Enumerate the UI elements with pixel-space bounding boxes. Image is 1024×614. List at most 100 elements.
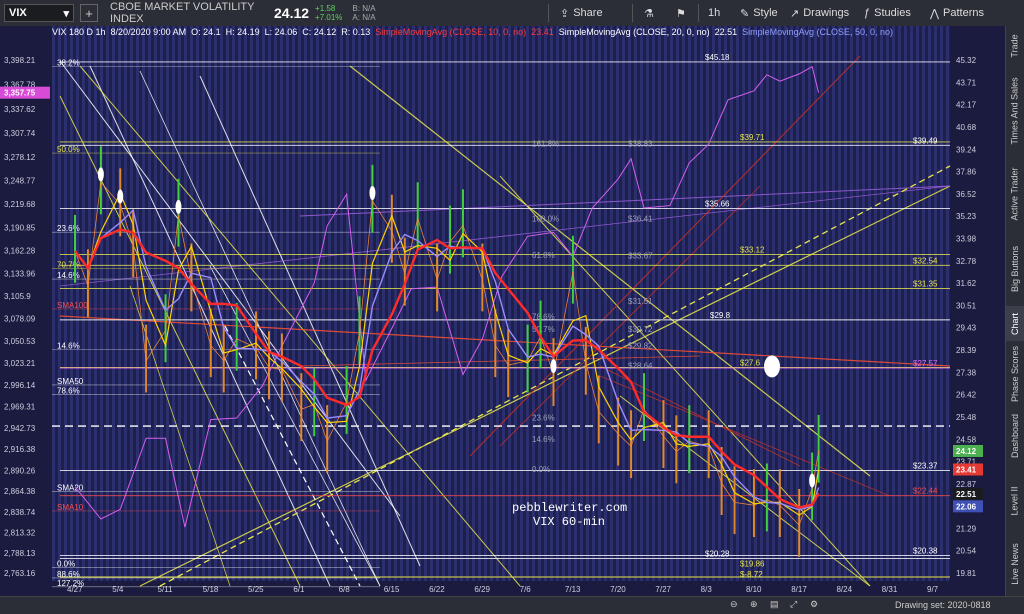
fib-label: 23.6% xyxy=(57,224,80,233)
zoom-in-icon[interactable]: ⊕ xyxy=(750,599,758,610)
pivot-marker xyxy=(97,167,104,182)
symbol-selector[interactable]: VIX ▾ xyxy=(4,4,74,22)
drawings-button[interactable]: ↗ Drawings xyxy=(790,0,849,26)
studies-button[interactable]: ƒ Studies xyxy=(864,0,911,26)
panel-tab-big-buttons[interactable]: Big Buttons xyxy=(1006,236,1024,301)
day-stripe xyxy=(910,26,913,581)
lock-icon[interactable]: ▤ xyxy=(770,599,779,610)
day-stripe xyxy=(154,26,157,581)
pivot-marker xyxy=(369,185,376,200)
left-tick-label: 3,162.28 xyxy=(4,247,36,256)
x-tick-label: 5/25 xyxy=(248,585,264,594)
x-tick-label: 8/24 xyxy=(836,585,852,594)
day-stripe xyxy=(832,26,835,581)
interval-selector[interactable]: 1h xyxy=(708,0,720,26)
panel-tab-times-and-sales[interactable]: Times And Sales xyxy=(1006,71,1024,151)
fib-label: SMA20 xyxy=(57,484,84,493)
bid-ask: B: N/A A: N/A xyxy=(352,4,375,22)
side-panel-tabs: Trade Times And Sales Active Trader Big But… xyxy=(1005,26,1024,596)
add-symbol-button[interactable]: + xyxy=(80,4,98,22)
x-tick-label: 5/11 xyxy=(158,585,174,594)
legend-symbol: VIX 180 D 1h xyxy=(52,27,106,37)
x-tick-label: 6/29 xyxy=(474,585,490,594)
level-label: $29.8 xyxy=(710,311,731,320)
day-stripe xyxy=(334,26,337,581)
left-price-badge-label: 3,357.75 xyxy=(4,89,36,98)
day-stripe xyxy=(700,26,703,581)
level-label: $35.66 xyxy=(705,200,730,209)
left-tick-label: 2,996.14 xyxy=(4,381,36,390)
right-price-badge-label: 22.51 xyxy=(956,490,977,499)
left-tick-label: 3,190.85 xyxy=(4,224,36,233)
right-tick-label: 24.58 xyxy=(956,435,977,444)
day-stripe xyxy=(424,26,427,581)
level-label: $20.38 xyxy=(913,546,938,555)
panel-tab-dashboard[interactable]: Dashboard xyxy=(1006,406,1024,466)
fib-label: 38.2% xyxy=(57,59,80,68)
left-tick-label: 2,916.38 xyxy=(4,445,36,454)
mid-fib-label: 100.0% xyxy=(532,215,559,224)
divider xyxy=(698,4,699,22)
left-tick-label: 2,788.13 xyxy=(4,549,36,558)
day-stripe xyxy=(478,26,481,581)
day-stripe xyxy=(352,26,355,581)
day-stripe xyxy=(142,26,145,581)
left-tick-label: 3,050.53 xyxy=(4,337,36,346)
right-tick-label: 19.81 xyxy=(956,569,977,578)
left-tick-label: 2,763.16 xyxy=(4,569,36,578)
right-tick-label: 28.39 xyxy=(956,346,977,355)
chart-legend: VIX 180 D 1h 8/20/2020 9:00 AM O: 24.1 H… xyxy=(52,27,893,38)
day-stripe xyxy=(670,26,673,581)
watermark-caption: VIX 60-min xyxy=(533,515,605,529)
chevron-down-icon: ▾ xyxy=(63,7,69,20)
day-stripe xyxy=(502,26,505,581)
flask-icon: ⚗ xyxy=(644,7,654,20)
style-label: Style xyxy=(753,7,778,19)
panel-tab-trade[interactable]: Trade xyxy=(1006,26,1024,66)
level-label: $23.37 xyxy=(913,462,938,471)
settings-icon[interactable]: ⚙ xyxy=(810,599,818,610)
fib-label: SMA10 xyxy=(57,503,84,512)
legend-range: R: 0.13 xyxy=(341,27,371,37)
left-tick-label: 3,337.62 xyxy=(4,105,36,114)
day-stripe xyxy=(784,26,787,581)
day-stripe xyxy=(922,26,925,581)
right-tick-label: 32.78 xyxy=(956,257,977,266)
panel-tab-label: Big Buttons xyxy=(1010,245,1020,292)
day-stripe xyxy=(250,26,253,581)
right-tick-label: 37.86 xyxy=(956,167,977,176)
style-button[interactable]: ✎ Style xyxy=(740,0,778,26)
level-label: $45.18 xyxy=(705,53,730,62)
fib-label: 88.6% xyxy=(57,570,80,579)
plus-icon: + xyxy=(85,5,93,21)
left-tick-label: 3,105.9 xyxy=(4,292,31,301)
panel-tab-active-trader[interactable]: Active Trader xyxy=(1006,156,1024,231)
patterns-button[interactable]: ⋀ Patterns xyxy=(930,0,984,26)
right-tick-label: 45.32 xyxy=(956,56,977,65)
studies-label: Studies xyxy=(874,7,911,19)
panel-tab-chart[interactable]: Chart xyxy=(1006,306,1024,341)
watermark-site: pebblewriter.com xyxy=(512,501,627,515)
day-stripe xyxy=(262,26,265,581)
panel-tab-level-ii[interactable]: Level II xyxy=(1006,471,1024,531)
expand-icon[interactable]: ⤢ xyxy=(790,599,797,610)
fib-label: 0.0% xyxy=(57,559,75,568)
pivot-marker xyxy=(117,189,124,204)
drawing-set-label[interactable]: Drawing set: 2020-0818 xyxy=(895,600,991,610)
flask-button[interactable]: ⚗ xyxy=(644,0,654,26)
x-tick-label: 8/10 xyxy=(746,585,762,594)
fib-label: 70.7% xyxy=(57,261,80,270)
day-stripe xyxy=(586,26,589,581)
day-stripe xyxy=(928,26,931,581)
panel-tab-phase-scores[interactable]: Phase Scores xyxy=(1006,345,1024,401)
day-stripe xyxy=(454,26,457,581)
share-button[interactable]: ⇪ Share xyxy=(560,0,603,26)
panel-tab-live-news[interactable]: Live News xyxy=(1006,536,1024,591)
mid-fib-label: $33.67 xyxy=(628,252,653,261)
day-stripe xyxy=(118,26,121,581)
flag-button[interactable]: ⚑ xyxy=(676,0,686,26)
zoom-out-icon[interactable]: ⊖ xyxy=(730,599,738,610)
price-chart[interactable]: 3,398.213,367.783,337.623,307.743,278.12… xyxy=(0,26,1006,596)
mid-fib-label: $36.41 xyxy=(628,215,653,224)
right-tick-label: 42.17 xyxy=(956,101,977,110)
